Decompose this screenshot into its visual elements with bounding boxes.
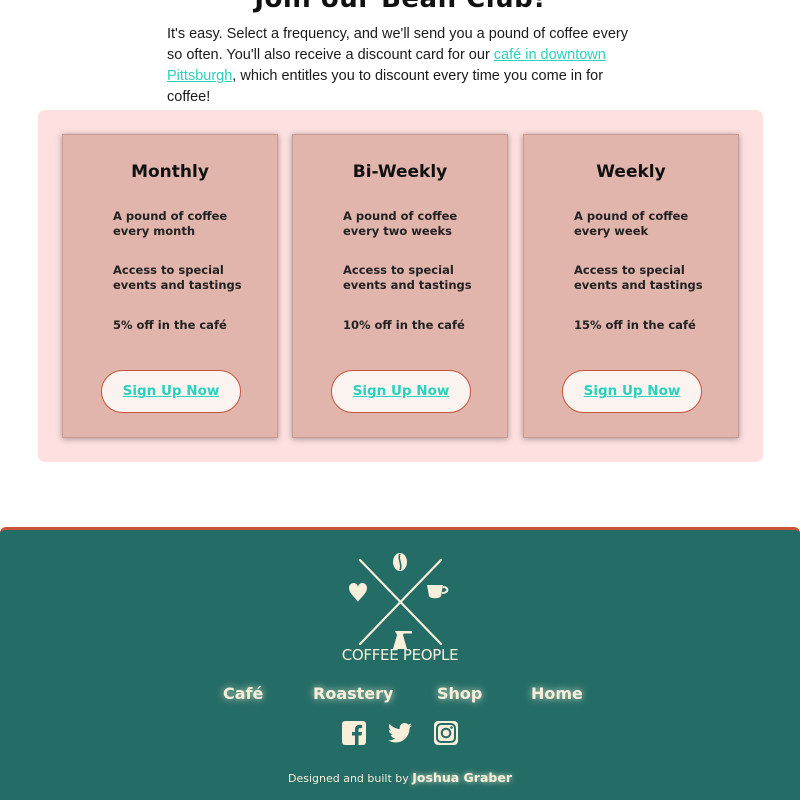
facebook-icon[interactable] xyxy=(341,720,367,746)
intro-paragraph: It's easy. Select a frequency, and we'll… xyxy=(167,24,637,108)
footer-credit: Designed and built by Joshua Graber xyxy=(0,770,800,785)
plan-features: A pound of coffee every two weeks Access… xyxy=(343,209,483,357)
intro-text-end: , which entitles you to discount every t… xyxy=(167,68,604,105)
sign-up-button-monthly[interactable]: Sign Up Now xyxy=(101,370,241,413)
plan-feature: 15% off in the café xyxy=(574,318,696,332)
footer-nav-home[interactable]: Home xyxy=(531,684,583,703)
plan-feature: A pound of coffee every month xyxy=(113,209,228,238)
plan-feature: 10% off in the café xyxy=(343,318,465,332)
credit-prefix: Designed and built by xyxy=(287,772,409,785)
page-heading: Join our Bean Club! xyxy=(0,0,800,14)
sign-up-button-bi-weekly[interactable]: Sign Up Now xyxy=(331,370,471,413)
footer-nav: Café Roastery Shop Home xyxy=(0,684,800,708)
plan-feature: Access to special events and tastings xyxy=(113,263,242,292)
twitter-icon[interactable] xyxy=(387,720,413,746)
plan-feature: Access to special events and tastings xyxy=(343,263,472,292)
plan-title: Monthly xyxy=(131,162,209,182)
credit-author-link[interactable]: Joshua Graber xyxy=(412,770,512,785)
plan-feature: Access to special events and tastings xyxy=(574,263,703,292)
footer-nav-roastery[interactable]: Roastery xyxy=(313,684,393,703)
footer-nav-cafe[interactable]: Café xyxy=(223,684,263,703)
plan-feature: A pound of coffee every week xyxy=(574,209,689,238)
plan-feature: 5% off in the café xyxy=(113,318,227,332)
plan-card-bi-weekly: Bi-Weekly A pound of coffee every two we… xyxy=(292,134,508,438)
instagram-icon[interactable] xyxy=(433,720,459,746)
plan-card-monthly: Monthly A pound of coffee every month Ac… xyxy=(62,134,278,438)
plan-feature: A pound of coffee every two weeks xyxy=(343,209,458,238)
plan-title: Weekly xyxy=(596,162,666,182)
plans-panel: Monthly A pound of coffee every month Ac… xyxy=(38,110,763,462)
sign-up-button-weekly[interactable]: Sign Up Now xyxy=(562,370,702,413)
social-links xyxy=(0,720,800,746)
footer-nav-shop[interactable]: Shop xyxy=(437,684,482,703)
site-footer: COFFEE PEOPLE Café Roastery Shop Home De… xyxy=(0,527,800,800)
plan-title: Bi-Weekly xyxy=(352,162,448,182)
plan-features: A pound of coffee every month Access to … xyxy=(113,209,253,357)
plan-card-weekly: Weekly A pound of coffee every week Acce… xyxy=(523,134,739,438)
logo-text: COFFEE PEOPLE xyxy=(341,646,459,664)
plan-features: A pound of coffee every week Access to s… xyxy=(574,209,714,357)
